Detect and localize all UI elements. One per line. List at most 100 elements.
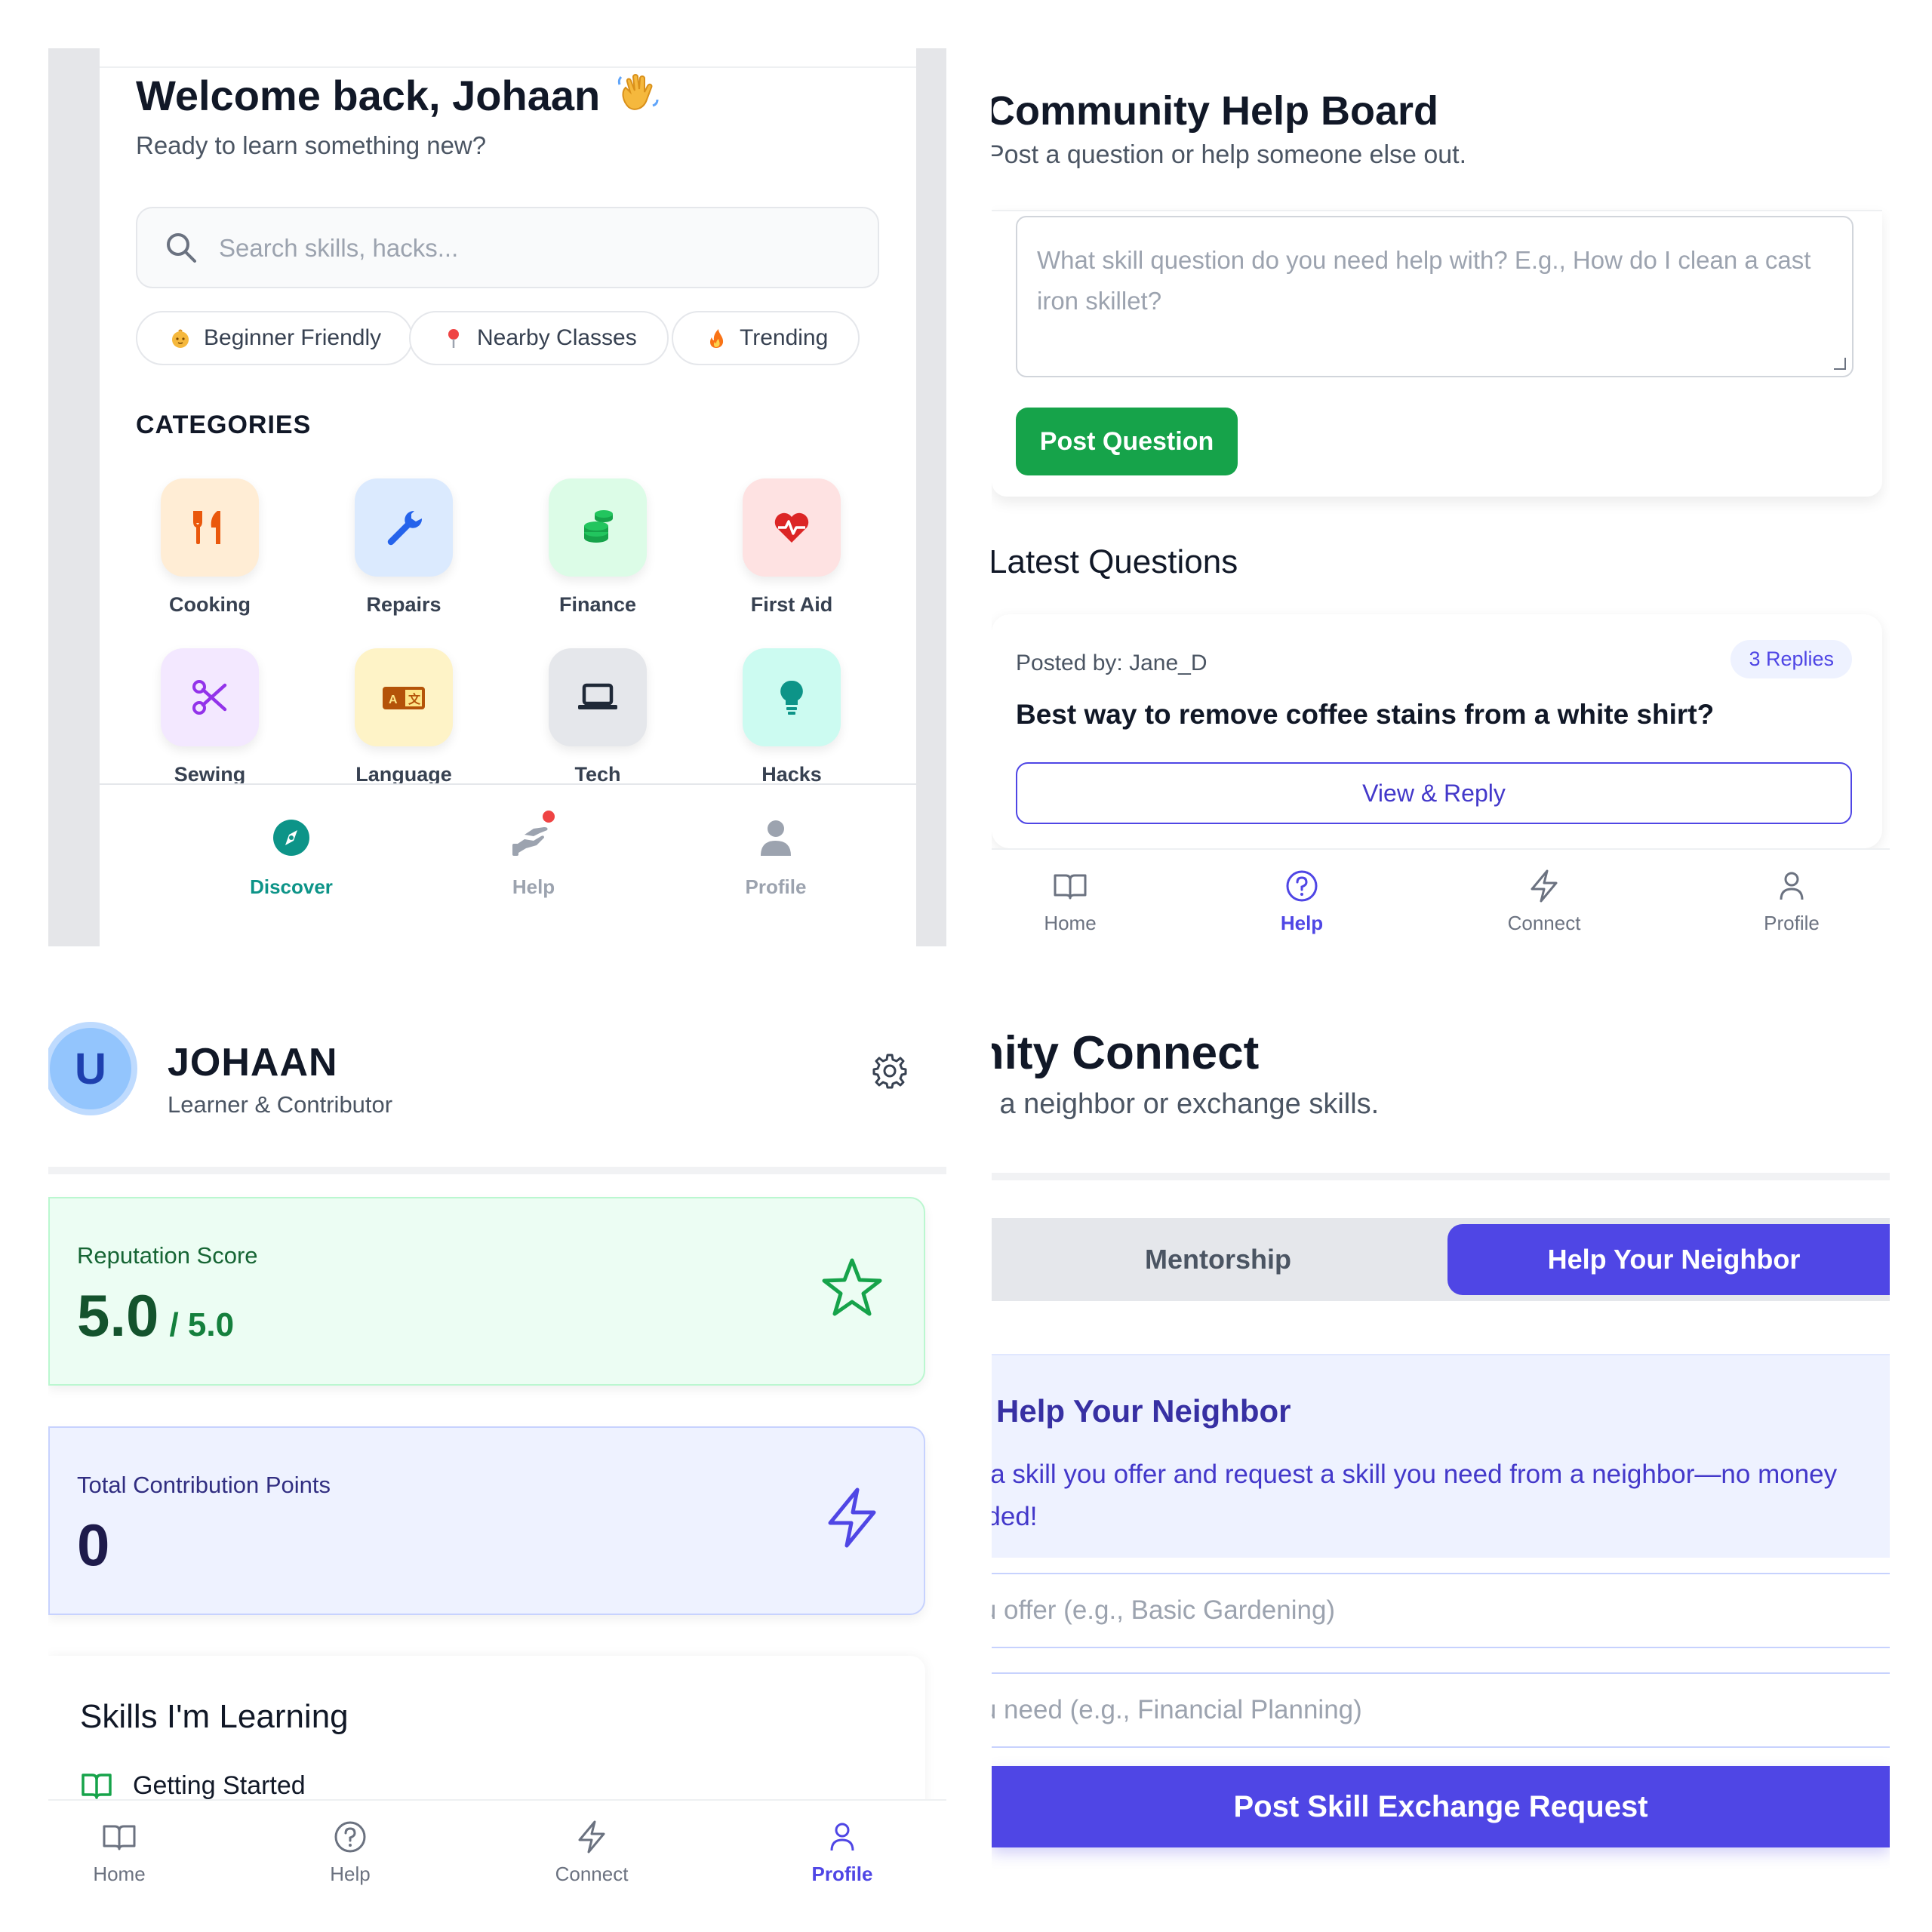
view-reply-button[interactable]: View & Reply xyxy=(1016,762,1852,824)
help-circle-icon xyxy=(1284,868,1320,904)
nav-profile[interactable]: Profile xyxy=(1724,868,1860,935)
bottom-nav: Home Help Connect Profile xyxy=(992,848,1890,946)
latest-questions-heading: Latest Questions xyxy=(992,543,1238,580)
section-description: List a skill you offer and request a ski… xyxy=(992,1454,1890,1538)
right-gutter xyxy=(916,48,946,946)
question-text: Best way to remove coffee stains from a … xyxy=(1016,699,1715,730)
offer-placeholder: Skill you offer (e.g., Basic Gardening) xyxy=(992,1595,1336,1625)
nav-discover[interactable]: Discover xyxy=(216,815,367,899)
page-title-text: Community Connect xyxy=(992,1027,1260,1079)
welcome-subtitle: Ready to learn something new? xyxy=(136,131,487,159)
help-neighbor-section: Help Your Neighbor List a skill you offe… xyxy=(992,1354,1890,1558)
tab-mentorship[interactable]: Mentorship xyxy=(992,1218,1444,1301)
waving-hand-icon xyxy=(615,69,660,115)
svg-text:文: 文 xyxy=(408,692,421,706)
reputation-label: Reputation Score xyxy=(77,1242,258,1269)
nav-help[interactable]: Help xyxy=(282,1819,418,1886)
scissors-icon xyxy=(161,648,259,746)
categories-heading: CATEGORIES xyxy=(136,411,312,439)
search-input[interactable]: Search skills, hacks... xyxy=(219,234,458,263)
reputation-score: 5.0 xyxy=(77,1282,159,1349)
header-divider xyxy=(992,1173,1890,1180)
need-skill-input[interactable]: Skill you need (e.g., Financial Planning… xyxy=(992,1672,1890,1748)
chip-nearby-classes[interactable]: Nearby Classes xyxy=(409,311,669,365)
svg-text:A: A xyxy=(389,694,398,706)
page-subtitle: Find a neighbor or exchange skills. xyxy=(992,1088,1432,1121)
profile-role: Learner & Contributor xyxy=(168,1091,393,1118)
question-card: Posted by: Jane_D 3 Replies Best way to … xyxy=(992,614,1882,848)
notification-dot xyxy=(543,811,555,823)
baby-icon xyxy=(169,327,192,349)
bottom-nav: Discover Help Profile xyxy=(100,783,916,946)
skill-label: Getting Started xyxy=(133,1770,306,1800)
category-cooking[interactable]: Cooking xyxy=(134,478,285,617)
profile-screen: U JOHAAN Learner & Contributor Reputatio… xyxy=(48,992,946,1890)
book-icon xyxy=(80,1769,113,1802)
page-title: Community Help Board xyxy=(992,88,1439,134)
nav-label: Help xyxy=(330,1863,371,1885)
help-board-screen: Community Help Board Post a question or … xyxy=(992,48,1890,946)
gear-icon[interactable] xyxy=(871,1052,909,1090)
section-title: Help Your Neighbor xyxy=(996,1393,1291,1429)
nav-label: Profile xyxy=(745,875,807,898)
user-icon xyxy=(1774,868,1810,904)
top-divider xyxy=(100,66,916,68)
contribution-card: Total Contribution Points 0 xyxy=(48,1426,925,1615)
offer-skill-input[interactable]: Skill you offer (e.g., Basic Gardening) xyxy=(992,1573,1890,1648)
category-label: Repairs xyxy=(366,593,441,616)
nav-home[interactable]: Home xyxy=(51,1819,187,1886)
nav-label: Discover xyxy=(250,875,333,898)
skills-heading: Skills I'm Learning xyxy=(80,1698,349,1735)
bolt-icon xyxy=(820,1485,884,1550)
tab-help-your-neighbor[interactable]: Help Your Neighbor xyxy=(1447,1224,1890,1295)
pin-icon xyxy=(442,327,465,349)
chip-trending[interactable]: Trending xyxy=(672,311,860,365)
search-bar[interactable]: Search skills, hacks... xyxy=(136,207,879,288)
nav-label: Connect xyxy=(1507,912,1581,934)
category-first-aid[interactable]: First Aid xyxy=(716,478,867,617)
chip-beginner-friendly[interactable]: Beginner Friendly xyxy=(136,311,414,365)
nav-profile[interactable]: Profile xyxy=(700,815,851,899)
category-sewing[interactable]: Sewing xyxy=(134,648,285,786)
category-finance[interactable]: Finance xyxy=(522,478,673,617)
search-icon xyxy=(165,231,198,264)
ask-question-card: What skill question do you need help wit… xyxy=(992,210,1882,497)
discover-content: Welcome back, Johaan Ready to learn some… xyxy=(100,48,916,946)
user-icon xyxy=(753,815,798,860)
left-gutter xyxy=(48,48,100,946)
tab-bar: Mentorship Help Your Neighbor xyxy=(992,1218,1890,1301)
question-textarea[interactable]: What skill question do you need help wit… xyxy=(1016,216,1854,377)
reputation-value: 5.0 / 5.0 xyxy=(77,1281,234,1350)
resize-handle[interactable] xyxy=(1834,358,1846,370)
lightbulb-icon xyxy=(743,648,841,746)
star-icon xyxy=(820,1256,884,1321)
category-hacks[interactable]: Hacks xyxy=(716,648,867,786)
reputation-max: / 5.0 xyxy=(169,1306,235,1343)
user-icon xyxy=(824,1819,860,1855)
profile-name: JOHAAN xyxy=(168,1041,338,1084)
nav-label: Home xyxy=(1044,912,1097,934)
skill-item[interactable]: Getting Started xyxy=(80,1769,306,1802)
chip-label: Trending xyxy=(740,325,829,350)
nav-connect[interactable]: Connect xyxy=(1476,868,1612,935)
nav-profile[interactable]: Profile xyxy=(774,1819,910,1886)
nav-home[interactable]: Home xyxy=(1002,868,1138,935)
heartbeat-icon xyxy=(743,478,841,577)
connect-screen: Community Connect Find a neighbor or exc… xyxy=(992,992,1890,1890)
category-repairs[interactable]: Repairs xyxy=(328,478,479,617)
chip-label: Nearby Classes xyxy=(477,325,637,350)
bottom-nav: Home Help Connect Profile xyxy=(48,1799,946,1890)
category-label: Finance xyxy=(558,593,637,616)
nav-connect[interactable]: Connect xyxy=(524,1819,660,1886)
post-exchange-button[interactable]: Post Skill Exchange Request xyxy=(992,1766,1890,1847)
nav-help[interactable]: Help xyxy=(1234,868,1370,935)
replies-badge: 3 Replies xyxy=(1730,640,1852,678)
category-tech[interactable]: Tech xyxy=(522,648,673,786)
discover-screen: Welcome back, Johaan Ready to learn some… xyxy=(48,48,946,946)
bolt-icon xyxy=(574,1819,610,1855)
wrench-icon xyxy=(355,478,453,577)
category-language[interactable]: A文 Language xyxy=(328,648,479,786)
welcome-heading: Welcome back, Johaan xyxy=(136,69,660,120)
nav-help[interactable]: Help xyxy=(458,811,609,899)
post-question-button[interactable]: Post Question xyxy=(1016,408,1238,475)
